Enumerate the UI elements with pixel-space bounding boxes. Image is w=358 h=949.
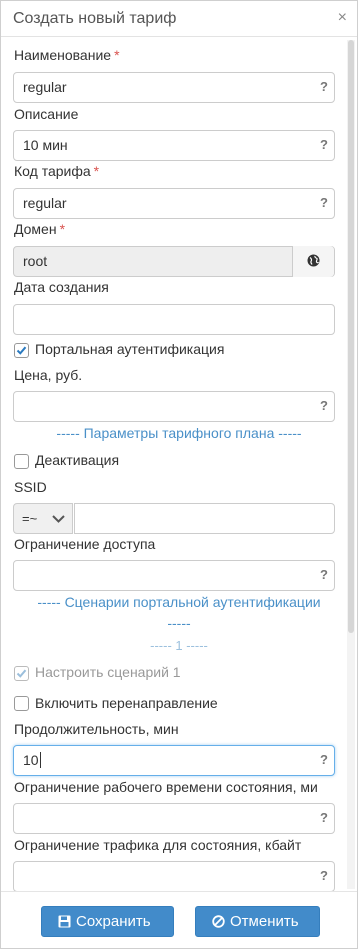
ssid-label: SSID: [14, 479, 47, 495]
work-time-limit-label: Ограничение рабочего времени состояния, …: [14, 779, 318, 795]
price-label: Цена, руб.: [14, 367, 83, 383]
domain-label: Домен *: [14, 221, 65, 237]
help-icon[interactable]: ?: [320, 79, 328, 94]
domain-select-button[interactable]: [292, 246, 334, 277]
required-mark: *: [93, 163, 100, 179]
help-icon[interactable]: ?: [320, 137, 328, 152]
dialog-titlebar: Создать новый тариф ×: [1, 1, 357, 37]
duration-label: Продолжительность, мин: [14, 721, 179, 737]
checkmark-icon: [16, 669, 27, 678]
scenario-number: ----- 1 -----: [150, 638, 208, 653]
ssid-operator-value: =~: [22, 511, 38, 526]
description-field[interactable]: 10 мин ?: [13, 130, 335, 161]
text-caret: [39, 752, 41, 768]
help-icon[interactable]: ?: [320, 195, 328, 210]
close-icon[interactable]: ×: [338, 9, 347, 27]
cancel-button[interactable]: Отменить: [195, 906, 320, 937]
name-label-text: Наименование: [14, 47, 112, 63]
domain-field: root: [13, 246, 335, 277]
redirect-checkbox[interactable]: [14, 696, 29, 711]
help-icon[interactable]: ?: [320, 868, 328, 883]
deactivation-checkbox[interactable]: [14, 454, 29, 469]
domain-label-text: Домен: [14, 221, 57, 237]
description-label: Описание: [14, 106, 79, 122]
ssid-operator-select[interactable]: =~: [13, 503, 73, 534]
name-label: Наименование *: [14, 47, 120, 63]
plan-parameters-section[interactable]: ----- Параметры тарифного плана -----: [1, 425, 357, 441]
dialog-body: Наименование * regular ? Описание 10 мин …: [1, 38, 357, 891]
scrollbar-thumb[interactable]: [348, 40, 354, 633]
name-value: regular: [23, 79, 67, 95]
cancel-label: Отменить: [230, 913, 299, 930]
configure-scenario-label: Настроить сценарий 1: [35, 664, 181, 680]
traffic-limit-field[interactable]: ?: [13, 861, 335, 891]
access-limit-label: Ограничение доступа: [14, 536, 156, 552]
scenarios-section[interactable]: ----- Сценарии портальной аутентификации: [1, 594, 357, 610]
required-mark: *: [114, 47, 120, 63]
floppy-disk-icon: [58, 915, 71, 928]
chevron-down-icon: [52, 515, 65, 523]
configure-scenario-checkbox: [14, 666, 29, 681]
save-label: Сохранить: [76, 913, 151, 930]
price-field[interactable]: ?: [13, 391, 335, 422]
save-button[interactable]: Сохранить: [41, 906, 174, 937]
globe-icon: [307, 254, 320, 267]
scenarios-section-line2[interactable]: -----: [1, 615, 357, 631]
access-limit-field[interactable]: ?: [13, 560, 335, 591]
code-label-text: Код тарифа: [14, 163, 91, 179]
scrollbar[interactable]: [347, 40, 355, 889]
code-field[interactable]: regular ?: [13, 188, 335, 219]
help-icon[interactable]: ?: [320, 752, 328, 767]
code-label: Код тарифа *: [14, 163, 99, 179]
created-field[interactable]: [13, 304, 335, 335]
portal-auth-checkbox[interactable]: [14, 343, 29, 358]
help-icon[interactable]: ?: [320, 810, 328, 825]
dialog-footer: Сохранить Отменить: [1, 891, 357, 948]
create-tariff-dialog: Создать новый тариф × Наименование * regu…: [0, 0, 358, 949]
ssid-input[interactable]: [74, 503, 335, 534]
duration-value: 10: [23, 752, 41, 768]
description-value: 10 мин: [23, 137, 68, 153]
name-field[interactable]: regular ?: [13, 72, 335, 103]
created-label: Дата создания: [14, 279, 109, 295]
traffic-limit-label: Ограничение трафика для состояния, кбайт: [14, 837, 302, 853]
redirect-label[interactable]: Включить перенаправление: [35, 695, 218, 711]
duration-field[interactable]: 10 ?: [13, 745, 335, 776]
code-value: regular: [23, 195, 67, 211]
help-icon[interactable]: ?: [320, 567, 328, 582]
dialog-title: Создать новый тариф: [13, 10, 177, 27]
work-time-limit-field[interactable]: ?: [13, 803, 335, 834]
ban-icon: [212, 915, 225, 928]
duration-text: 10: [23, 752, 39, 768]
deactivation-label[interactable]: Деактивация: [35, 452, 119, 468]
checkmark-icon: [16, 346, 27, 355]
portal-auth-label[interactable]: Портальная аутентификация: [35, 341, 224, 357]
domain-value: root: [23, 253, 48, 269]
help-icon[interactable]: ?: [320, 398, 328, 413]
required-mark: *: [59, 221, 66, 237]
